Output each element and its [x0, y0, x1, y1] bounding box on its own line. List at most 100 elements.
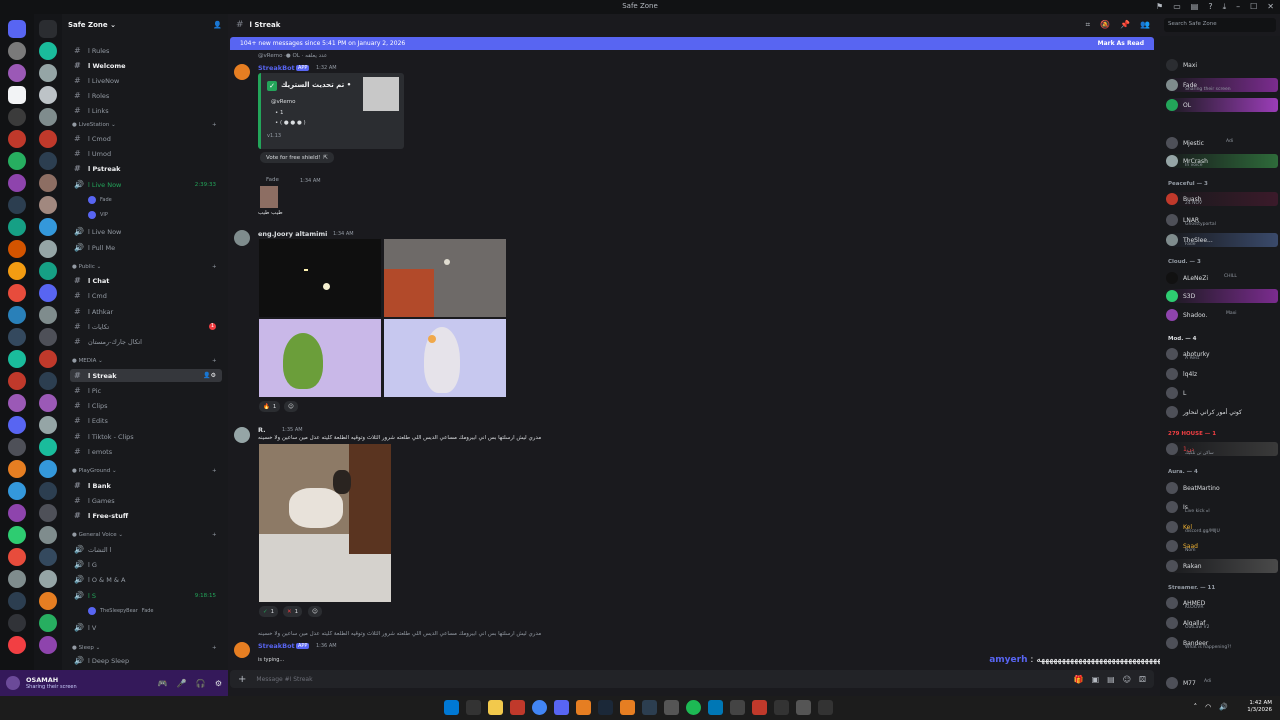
server-icon[interactable]	[8, 64, 26, 82]
server-icon[interactable]	[39, 42, 57, 60]
avatar[interactable]	[6, 676, 20, 690]
category-public[interactable]: ● Public ⌄ +	[72, 264, 217, 270]
channel-cmod[interactable]: # ا Cmod	[70, 132, 222, 145]
server-icon[interactable]	[8, 328, 26, 346]
threads-icon[interactable]: ▤	[1191, 2, 1199, 12]
member-item[interactable]: Shadoo. Maxi	[1166, 308, 1278, 322]
apps-icon[interactable]: ⚄	[1139, 675, 1146, 684]
server-icon[interactable]	[39, 504, 57, 522]
channel-athkar[interactable]: # ا Athkar	[70, 305, 222, 318]
app-icon[interactable]	[752, 700, 767, 715]
reaction[interactable]: 🔥 1	[259, 401, 281, 412]
server-icon[interactable]	[8, 570, 26, 588]
server-icon[interactable]	[39, 570, 57, 588]
channel-clips[interactable]: # ا Clips	[70, 399, 222, 412]
server-icon[interactable]	[39, 438, 57, 456]
member-item[interactable]: Fade Sharing their screen	[1166, 78, 1278, 92]
server-icon[interactable]	[39, 64, 57, 82]
server-icon[interactable]	[39, 306, 57, 324]
voice-channel-s[interactable]: 🔊 ا S 9:18:15	[70, 589, 222, 602]
new-messages-bar[interactable]: 104+ new messages since 5:41 PM on Janua…	[230, 37, 1154, 50]
channel-pstreak[interactable]: # ا Pstreak	[70, 162, 222, 175]
server-icon[interactable]	[39, 614, 57, 632]
server-icon[interactable]	[39, 482, 57, 500]
server-icon[interactable]	[8, 592, 26, 610]
member-item[interactable]: BeatMartino	[1166, 481, 1278, 495]
attachment-image[interactable]	[259, 319, 381, 397]
category-sleep[interactable]: ● Sleep ⌄ +	[72, 645, 217, 651]
voice-channel-oma[interactable]: 🔊 ا O & M & A	[70, 573, 222, 586]
members-icon[interactable]: 👥	[1140, 20, 1150, 30]
app-icon[interactable]	[510, 700, 525, 715]
add-reaction-button[interactable]: ☺	[284, 401, 298, 412]
server-icon[interactable]	[8, 20, 26, 38]
channel-edits[interactable]: # ا Edits	[70, 414, 222, 427]
member-item[interactable]: OL	[1166, 98, 1278, 112]
add-server-icon[interactable]	[8, 614, 26, 632]
member-item[interactable]: كوتي أمور كراني لنحاور	[1166, 405, 1278, 419]
server-icon[interactable]	[8, 174, 26, 192]
channel-tiktok[interactable]: # ا Tiktok - Clips	[70, 430, 222, 443]
server-icon[interactable]	[39, 372, 57, 390]
channel-item[interactable]: # ا Welcome	[70, 59, 222, 72]
reply-preview[interactable]: @vRemo ·● OL · عدد يعلقه	[258, 53, 327, 59]
guild-header[interactable]: Safe Zone ⌄ 👤	[62, 14, 228, 36]
server-icon[interactable]	[39, 394, 57, 412]
server-icon[interactable]	[8, 394, 26, 412]
attachment-image[interactable]	[384, 239, 506, 317]
headphones-icon[interactable]: 🎧	[196, 679, 206, 688]
download-icon[interactable]: ⤓	[1223, 2, 1227, 12]
member-item[interactable]: L	[1166, 386, 1278, 400]
notification-icon[interactable]: 🔕	[1100, 20, 1110, 30]
avatar[interactable]	[234, 230, 250, 246]
gear-icon[interactable]: ⚙	[215, 679, 222, 688]
server-icon[interactable]	[8, 482, 26, 500]
app-icon[interactable]	[576, 700, 591, 715]
channel-bank[interactable]: # ا Bank	[70, 479, 222, 492]
screen-icon[interactable]: ▭	[1173, 2, 1181, 12]
server-icon[interactable]	[8, 372, 26, 390]
server-icon[interactable]	[39, 284, 57, 302]
pin-icon[interactable]: 📌	[1120, 20, 1130, 30]
discord-icon[interactable]	[554, 700, 569, 715]
search-input[interactable]: Search Safe Zone	[1164, 18, 1276, 32]
chrome-icon[interactable]	[532, 700, 547, 715]
vote-button[interactable]: Vote for free shield! ⇱	[260, 152, 334, 163]
search-icon[interactable]	[466, 700, 481, 715]
server-icon[interactable]	[39, 130, 57, 148]
server-icon[interactable]	[39, 636, 57, 654]
app-icon[interactable]	[774, 700, 789, 715]
app-icon[interactable]	[818, 700, 833, 715]
server-icon[interactable]	[39, 152, 57, 170]
channel-games[interactable]: # ا Games	[70, 494, 222, 507]
microphone-icon[interactable]: 🎤	[177, 679, 187, 688]
add-reaction-button[interactable]: ☺	[308, 606, 322, 617]
clock[interactable]: 1:42 AM 1/3/2026	[1247, 700, 1272, 714]
spotify-icon[interactable]	[686, 700, 701, 715]
server-icon[interactable]	[8, 108, 26, 126]
attachment-image[interactable]	[384, 319, 506, 397]
server-icon[interactable]	[39, 416, 57, 434]
gift-icon[interactable]: 🎁	[1074, 675, 1084, 684]
member-item[interactable]: Buash 24 NOV	[1166, 192, 1278, 206]
member-item[interactable]: TheSlee... Fade	[1166, 233, 1278, 247]
member-item[interactable]: MrCrash In voice	[1166, 154, 1278, 168]
attachment-image[interactable]	[259, 444, 391, 602]
attachment-image[interactable]	[259, 239, 381, 317]
server-icon[interactable]	[39, 328, 57, 346]
member-item[interactable]: Kel discord.gg/MIJU	[1166, 520, 1278, 534]
member-item[interactable]: S3D	[1166, 289, 1278, 303]
server-icon[interactable]	[8, 218, 26, 236]
channel-settings-icon[interactable]: 👤⚙	[203, 372, 216, 379]
channel-item[interactable]: # ا LiveNow	[70, 74, 222, 87]
server-icon[interactable]	[8, 196, 26, 214]
app-icon[interactable]	[708, 700, 723, 715]
member-item[interactable]: ALeNeZi CHILL	[1166, 271, 1278, 285]
voice-user[interactable]: TheSleepyBear Fade	[88, 607, 154, 615]
channel-emots[interactable]: # ا emots	[70, 445, 222, 458]
avatar[interactable]	[234, 64, 250, 80]
wifi-icon[interactable]: ◠	[1205, 703, 1211, 711]
server-icon[interactable]	[8, 42, 26, 60]
gif-icon[interactable]: ▣	[1092, 675, 1100, 684]
voice-channel-v[interactable]: 🔊 ا V	[70, 621, 222, 634]
